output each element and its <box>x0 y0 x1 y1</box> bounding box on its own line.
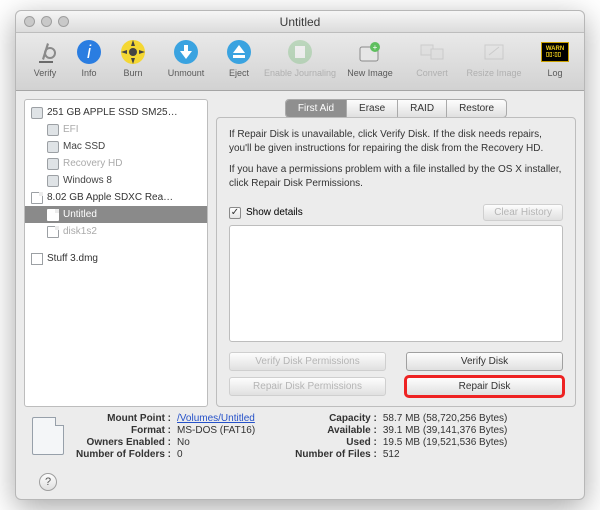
help-button[interactable]: ? <box>39 473 57 491</box>
convert-button: Convert <box>402 37 462 78</box>
format-label: Format : <box>76 425 171 436</box>
available-label: Available : <box>295 425 377 436</box>
tab-raid[interactable]: RAID <box>398 100 447 117</box>
files-label: Number of Files : <box>295 449 377 460</box>
mount-point-value[interactable]: /Volumes/Untitled <box>177 413 255 424</box>
svg-text:+: + <box>373 43 378 52</box>
volume-icon <box>47 124 59 136</box>
sidebar-item-vol[interactable]: EFI <box>25 121 207 138</box>
unmount-button[interactable]: Unmount <box>156 37 216 78</box>
sidebar-item-vol[interactable]: disk1s2 <box>25 223 207 240</box>
folders-value: 0 <box>177 449 255 460</box>
new-image-icon: + <box>355 37 385 67</box>
hdd-icon <box>31 107 43 119</box>
sidebar-item-disk[interactable]: 251 GB APPLE SSD SM25… <box>25 104 207 121</box>
verify-button[interactable]: Verify <box>24 37 66 78</box>
info-icon: i <box>74 37 104 67</box>
sidebar-item-dmg[interactable]: Stuff 3.dmg <box>25 250 207 267</box>
journal-icon <box>285 37 315 67</box>
tab-first-aid[interactable]: First Aid <box>286 100 347 117</box>
log-icon: WARN▯▯:▯▯ <box>540 37 570 67</box>
window: Untitled Verify i Info Burn Unmount <box>15 10 585 500</box>
sidebar-item-vol-selected[interactable]: Untitled <box>25 206 207 223</box>
capacity-label: Capacity : <box>295 413 377 424</box>
clear-history-button: Clear History <box>483 204 563 221</box>
log-button[interactable]: WARN▯▯:▯▯ Log <box>534 37 576 78</box>
format-value: MS-DOS (FAT16) <box>177 425 255 436</box>
info-footer: ? Mount Point : /Volumes/Untitled Format… <box>16 407 584 499</box>
main-panel: First Aid Erase RAID Restore If Repair D… <box>212 91 584 407</box>
eject-icon <box>224 37 254 67</box>
sidebar: 251 GB APPLE SSD SM25… EFI Mac SSD Recov… <box>24 99 208 407</box>
volume-icon <box>47 158 59 170</box>
capacity-value: 58.7 MB (58,720,256 Bytes) <box>383 413 508 424</box>
files-value: 512 <box>383 449 508 460</box>
info-button[interactable]: i Info <box>68 37 110 78</box>
convert-icon <box>417 37 447 67</box>
sidebar-item-vol[interactable]: Windows 8 <box>25 172 207 189</box>
sdcard-icon <box>47 209 59 221</box>
enable-journaling-button: Enable Journaling <box>262 37 338 78</box>
toolbar: Verify i Info Burn Unmount Eject <box>16 33 584 91</box>
repair-disk-button[interactable]: Repair Disk <box>406 377 563 396</box>
verify-disk-button[interactable]: Verify Disk <box>406 352 563 371</box>
first-aid-panel: If Repair Disk is unavailable, click Ver… <box>216 117 576 407</box>
volume-icon <box>47 141 59 153</box>
burn-icon <box>118 37 148 67</box>
burn-button[interactable]: Burn <box>112 37 154 78</box>
sdcard-large-icon <box>32 417 64 455</box>
show-details-label: Show details <box>246 207 303 218</box>
show-details-checkbox[interactable]: ✓ <box>229 207 241 219</box>
tab-restore[interactable]: Restore <box>447 100 506 117</box>
sdcard-icon <box>31 192 43 204</box>
titlebar: Untitled <box>16 11 584 33</box>
tab-erase[interactable]: Erase <box>347 100 398 117</box>
window-title: Untitled <box>16 15 584 29</box>
unmount-icon <box>171 37 201 67</box>
mount-point-label: Mount Point : <box>76 413 171 424</box>
available-value: 39.1 MB (39,141,376 Bytes) <box>383 425 508 436</box>
microscope-icon <box>30 37 60 67</box>
new-image-button[interactable]: + New Image <box>340 37 400 78</box>
log-textarea[interactable] <box>229 225 563 342</box>
dmg-icon <box>31 253 43 265</box>
resize-image-button: Resize Image <box>464 37 524 78</box>
eject-button[interactable]: Eject <box>218 37 260 78</box>
sidebar-item-disk[interactable]: 8.02 GB Apple SDXC Rea… <box>25 189 207 206</box>
verify-permissions-button: Verify Disk Permissions <box>229 352 386 371</box>
folders-label: Number of Folders : <box>76 449 171 460</box>
volume-icon <box>47 175 59 187</box>
tab-bar: First Aid Erase RAID Restore <box>216 99 576 118</box>
used-value: 19.5 MB (19,521,536 Bytes) <box>383 437 508 448</box>
resize-icon <box>479 37 509 67</box>
used-label: Used : <box>295 437 377 448</box>
sdcard-icon <box>47 226 59 238</box>
sidebar-item-vol[interactable]: Recovery HD <box>25 155 207 172</box>
repair-permissions-button: Repair Disk Permissions <box>229 377 386 396</box>
owners-value: No <box>177 437 255 448</box>
owners-label: Owners Enabled : <box>76 437 171 448</box>
instructions: If Repair Disk is unavailable, click Ver… <box>229 128 563 198</box>
sidebar-item-vol[interactable]: Mac SSD <box>25 138 207 155</box>
